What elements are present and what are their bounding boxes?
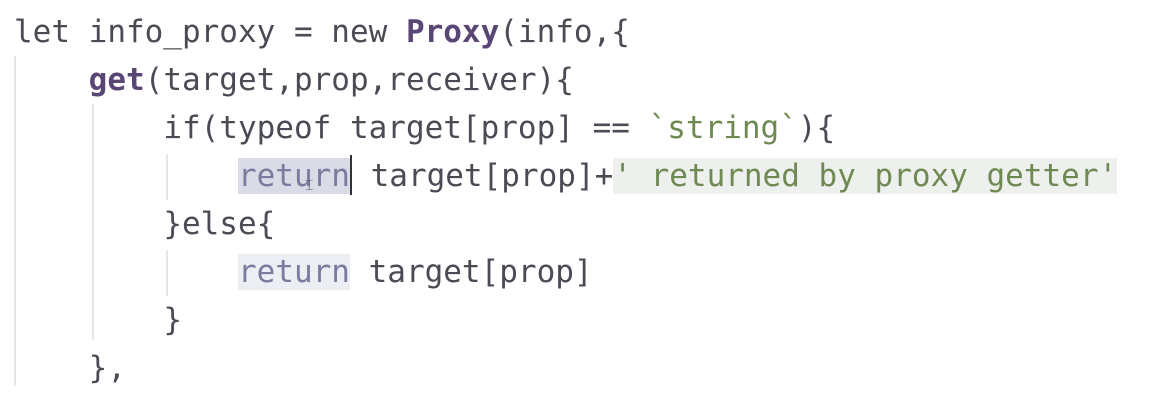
code-line-7[interactable]: } xyxy=(14,296,182,344)
code-string: ' returned by proxy getter' xyxy=(613,158,1118,194)
code-line-4[interactable]: return target[prop]+' returned by proxy … xyxy=(14,152,1118,200)
mouse-ibeam-icon: ⌶ xyxy=(305,178,314,194)
code-text: ){ xyxy=(797,110,836,146)
code-keyword-return: return xyxy=(237,158,350,194)
code-text: let info_proxy = new xyxy=(14,14,406,50)
code-text: if(typeof target[prop] == xyxy=(163,110,649,146)
code-line-1[interactable]: let info_proxy = new Proxy(info,{ xyxy=(14,8,630,56)
code-text: target[prop] xyxy=(349,254,593,290)
code-class-name: Proxy xyxy=(405,14,500,50)
code-text: }else{ xyxy=(163,206,276,242)
code-string: `string` xyxy=(648,110,798,146)
code-text: target[prop]+ xyxy=(351,158,614,194)
code-line-6[interactable]: return target[prop] xyxy=(14,248,593,296)
code-line-3[interactable]: if(typeof target[prop] == `string`){ xyxy=(14,104,835,152)
code-keyword-return: return xyxy=(237,254,350,290)
code-function-name: get xyxy=(88,62,145,98)
code-editor[interactable]: let info_proxy = new Proxy(info,{ get(ta… xyxy=(0,0,1174,402)
code-text: }, xyxy=(88,350,126,386)
code-text: (info,{ xyxy=(499,14,630,50)
code-text: (target,prop,receiver){ xyxy=(144,62,574,98)
code-line-5[interactable]: }else{ xyxy=(14,200,275,248)
code-text: } xyxy=(163,302,182,338)
code-line-2[interactable]: get(target,prop,receiver){ xyxy=(14,56,574,104)
code-line-8[interactable]: }, xyxy=(14,344,126,392)
